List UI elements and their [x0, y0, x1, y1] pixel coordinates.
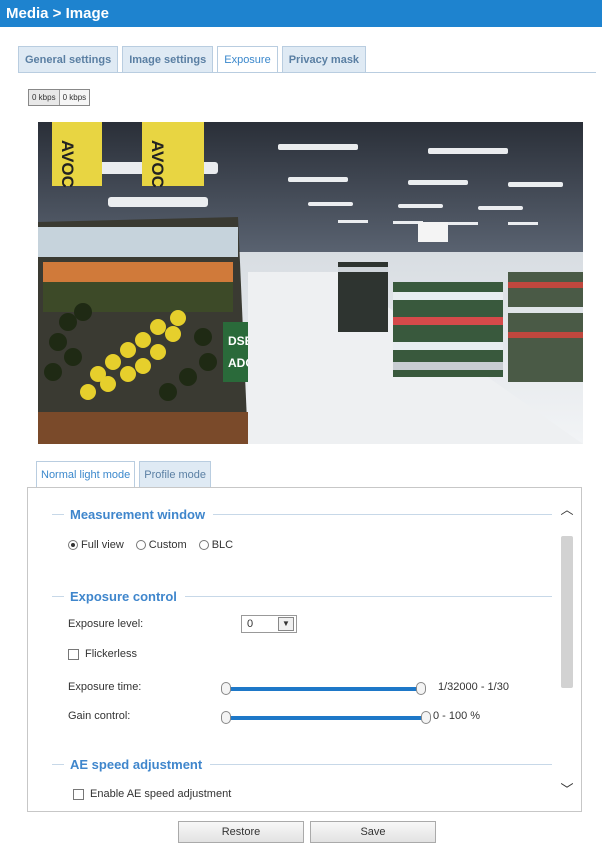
slider-handle-max[interactable] [421, 711, 431, 724]
exposure-time-slider[interactable] [221, 682, 426, 696]
tab-divider [18, 72, 596, 73]
section-title: AE speed adjustment [70, 756, 203, 772]
exposure-time-label: Exposure time: [68, 681, 142, 693]
radio-label-blc: BLC [211, 539, 234, 551]
radio-custom[interactable] [135, 540, 146, 550]
video-frame: AVOC AVOC DSE ADO [38, 122, 583, 444]
ae-speed-label: Enable AE speed adjustment [90, 788, 232, 800]
section-line [210, 763, 552, 765]
section-line [184, 595, 552, 597]
flickerless-row: Flickerless [68, 648, 137, 660]
gain-control-slider[interactable] [221, 711, 431, 725]
settings-tabs: General settings Image settings Exposure… [18, 46, 367, 72]
radio-full-view[interactable] [68, 540, 78, 550]
slider-handle-max[interactable] [416, 682, 426, 695]
panel-scrollbar[interactable]: ︿ ﹀ [559, 496, 575, 804]
flickerless-label: Flickerless [85, 648, 137, 660]
scrollbar-thumb[interactable] [561, 536, 573, 688]
exposure-level-value: 0 [247, 618, 254, 630]
section-dash [52, 763, 64, 765]
radio-blc[interactable] [198, 540, 209, 550]
restore-button[interactable]: Restore [178, 821, 304, 843]
measurement-window-section: Measurement window [52, 504, 552, 524]
ae-speed-row: Enable AE speed adjustment [73, 788, 231, 800]
tab-general-settings[interactable]: General settings [18, 46, 119, 72]
exposure-settings-panel: Measurement window Full view Custom BLC … [27, 487, 582, 812]
tab-profile-mode[interactable]: Profile mode [139, 461, 212, 487]
section-title: Measurement window [70, 506, 206, 522]
bitrate-indicator: 0 kbps 0 kbps [28, 89, 91, 106]
chevron-down-icon[interactable]: ﹀ [559, 782, 575, 798]
slider-fill [226, 687, 421, 691]
tab-exposure[interactable]: Exposure [217, 46, 278, 72]
radio-label-custom: Custom [148, 539, 187, 551]
flickerless-checkbox[interactable] [68, 648, 79, 660]
ae-speed-section: AE speed adjustment [52, 754, 552, 774]
section-dash [52, 513, 64, 515]
ae-speed-checkbox[interactable] [73, 788, 84, 800]
slider-fill [226, 716, 426, 720]
section-line [213, 513, 552, 515]
action-buttons: Restore Save [178, 821, 436, 843]
live-video-view: AVOC AVOC DSE ADO [38, 122, 583, 444]
save-button[interactable]: Save [310, 821, 436, 843]
slider-handle-min[interactable] [221, 711, 231, 724]
gain-control-range: 0 - 100 % [433, 710, 481, 722]
measurement-options: Full view Custom BLC [68, 539, 233, 551]
exposure-control-section: Exposure control [52, 586, 552, 606]
sign-text: AVOC [58, 140, 77, 188]
exposure-level-label: Exposure level: [68, 618, 144, 630]
section-title: Exposure control [70, 588, 177, 604]
bitrate-right: 0 kbps [58, 90, 90, 105]
radio-label-full-view: Full view [81, 539, 124, 551]
chevron-up-icon[interactable]: ︿ [559, 502, 575, 518]
tab-image-settings[interactable]: Image settings [122, 46, 214, 72]
slider-handle-min[interactable] [221, 682, 231, 695]
tab-privacy-mask[interactable]: Privacy mask [281, 46, 367, 72]
gain-control-label: Gain control: [68, 710, 131, 722]
exposure-time-range: 1/32000 - 1/30 [438, 681, 509, 693]
chevron-down-icon: ▼ [278, 617, 294, 631]
bitrate-left: 0 kbps [32, 93, 56, 102]
mode-tabs: Normal light mode Profile mode [36, 461, 212, 487]
tab-normal-light-mode[interactable]: Normal light mode [36, 461, 136, 487]
section-dash [52, 595, 64, 597]
sign-text: AVOC [148, 140, 167, 188]
page-title: Media > Image [0, 0, 602, 27]
exposure-level-select[interactable]: 0 ▼ [241, 615, 297, 633]
